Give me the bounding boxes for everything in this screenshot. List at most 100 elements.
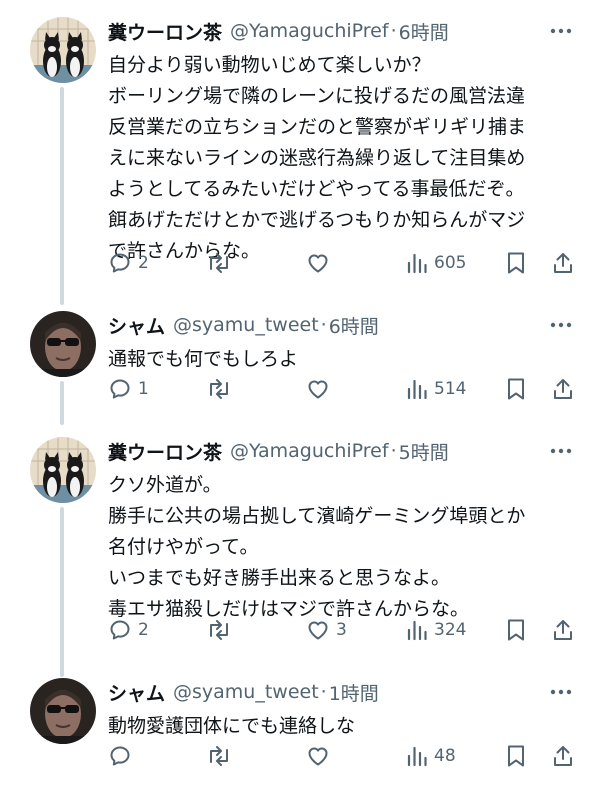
- more-button[interactable]: [546, 311, 576, 339]
- reply-button[interactable]: 2: [108, 248, 149, 278]
- avatar[interactable]: [30, 678, 96, 744]
- retweet-button[interactable]: [206, 741, 238, 771]
- user-handle[interactable]: @YamaguchiPref: [230, 440, 389, 462]
- cats-avatar-image: [30, 437, 96, 503]
- tweet-text-line: 動物愛護団体にでも連絡しな: [108, 715, 356, 737]
- bookmark-button[interactable]: [506, 741, 526, 771]
- cats-avatar-image: [30, 17, 96, 83]
- man-avatar-image: [30, 678, 96, 744]
- more-icon: [550, 28, 572, 34]
- retweet-button[interactable]: [206, 374, 238, 404]
- avatar[interactable]: [30, 437, 96, 503]
- tweet-header: 糞ウーロン茶 @YamaguchiPref · 6時間: [108, 17, 449, 45]
- views-button[interactable]: 48: [406, 741, 456, 771]
- avatar[interactable]: [30, 311, 96, 377]
- tweet-actions: 48: [108, 741, 582, 771]
- retweet-icon: [210, 253, 228, 273]
- tweet-actions: 2 605: [108, 248, 582, 278]
- share-icon: [554, 746, 572, 766]
- timestamp[interactable]: 1時間: [329, 679, 379, 706]
- reply-count: 1: [138, 379, 149, 399]
- display-name[interactable]: 糞ウーロン茶: [108, 18, 222, 45]
- views-button[interactable]: 324: [406, 615, 466, 645]
- retweet-icon: [210, 746, 228, 766]
- reply-thread: 糞ウーロン茶 @YamaguchiPref · 6時間 自分より弱い動物いじめて…: [0, 0, 604, 800]
- user-handle[interactable]: @syamu_tweet: [173, 314, 319, 336]
- display-name[interactable]: 糞ウーロン茶: [108, 438, 222, 465]
- timestamp[interactable]: 6時間: [399, 18, 449, 45]
- user-handle[interactable]: @YamaguchiPref: [230, 20, 389, 42]
- tweet-actions: 2 3 324: [108, 615, 582, 645]
- man-avatar-image: [30, 311, 96, 377]
- timestamp[interactable]: 5時間: [399, 438, 449, 465]
- bookmark-button[interactable]: [506, 615, 526, 645]
- reply-icon: [110, 746, 130, 766]
- like-button[interactable]: [306, 741, 336, 771]
- reply-button[interactable]: 2: [108, 615, 149, 645]
- views-icon: [407, 620, 427, 641]
- views-icon: [407, 253, 427, 274]
- separator-dot: ·: [320, 314, 327, 336]
- like-button[interactable]: [306, 374, 336, 404]
- views-count: 48: [434, 746, 456, 766]
- share-icon: [554, 620, 572, 640]
- tweet-text-line: えに来ないラインの迷惑行為繰り返して注目集め: [108, 147, 526, 169]
- views-icon: [407, 746, 427, 767]
- timestamp[interactable]: 6時間: [329, 312, 379, 339]
- tweet-text-line: 反営業だの立ちションだのと警察がギリギリ捕ま: [108, 116, 527, 138]
- separator-dot: ·: [320, 681, 327, 703]
- user-handle[interactable]: @syamu_tweet: [173, 681, 319, 703]
- retweet-button[interactable]: [206, 615, 238, 645]
- reply-icon: [110, 253, 130, 273]
- more-icon: [550, 322, 572, 328]
- reply-button[interactable]: 1: [108, 374, 149, 404]
- avatar[interactable]: [30, 17, 96, 83]
- tweet-text: 通報でも何でもしろよ: [108, 344, 588, 375]
- bookmark-button[interactable]: [506, 374, 526, 404]
- like-icon: [308, 254, 328, 273]
- display-name[interactable]: シャム: [108, 679, 165, 706]
- more-button[interactable]: [546, 437, 576, 465]
- views-button[interactable]: 514: [406, 374, 466, 404]
- bookmark-icon: [508, 745, 524, 767]
- share-button[interactable]: [552, 615, 574, 645]
- share-button[interactable]: [552, 248, 574, 278]
- like-button[interactable]: [306, 248, 336, 278]
- views-icon: [407, 379, 427, 400]
- tweet-text-line: 勝手に公共の場占拠して濱崎ゲーミング埠頭とか: [108, 505, 526, 527]
- views-count: 514: [434, 379, 467, 399]
- tweet-text-line: ようとしてるみたいだけどやってる事最低だぞ。: [108, 178, 525, 200]
- more-button[interactable]: [546, 17, 576, 45]
- like-icon: [308, 621, 328, 640]
- share-button[interactable]: [552, 741, 574, 771]
- views-count: 324: [434, 620, 467, 640]
- more-button[interactable]: [546, 678, 576, 706]
- tweet-header: シャム @syamu_tweet · 6時間: [108, 311, 379, 339]
- more-icon: [550, 689, 572, 695]
- reply-count: 2: [138, 253, 149, 273]
- retweet-button[interactable]: [206, 248, 238, 278]
- retweet-icon: [210, 620, 228, 640]
- bookmark-icon: [508, 619, 524, 641]
- views-button[interactable]: 605: [406, 248, 466, 278]
- tweet-text-line: 餌あげただけとかで逃げるつもりか知らんがマジ: [108, 209, 526, 231]
- separator-dot: ·: [390, 440, 397, 462]
- reply-icon: [110, 379, 130, 399]
- share-icon: [554, 253, 572, 273]
- retweet-icon: [210, 379, 228, 399]
- tweet-text-line: 自分より弱い動物いじめて楽しいか？: [108, 54, 431, 76]
- tweet-text-line: ボーリング場で隣のレーンに投げるだの風営法違: [108, 85, 526, 107]
- thread-connector: [60, 381, 64, 425]
- tweet-text-line: クソ外道が。: [108, 474, 222, 496]
- tweet-actions: 1 514: [108, 374, 582, 404]
- tweet-text-line: 通報でも何でもしろよ: [108, 348, 299, 370]
- separator-dot: ·: [390, 20, 397, 42]
- tweet-text: 動物愛護団体にでも連絡しな: [108, 711, 588, 742]
- display-name[interactable]: シャム: [108, 312, 165, 339]
- reply-button[interactable]: [108, 741, 138, 771]
- tweet-header: 糞ウーロン茶 @YamaguchiPref · 5時間: [108, 437, 449, 465]
- like-icon: [308, 747, 328, 766]
- like-button[interactable]: 3: [306, 615, 347, 645]
- share-button[interactable]: [552, 374, 574, 404]
- bookmark-button[interactable]: [506, 248, 526, 278]
